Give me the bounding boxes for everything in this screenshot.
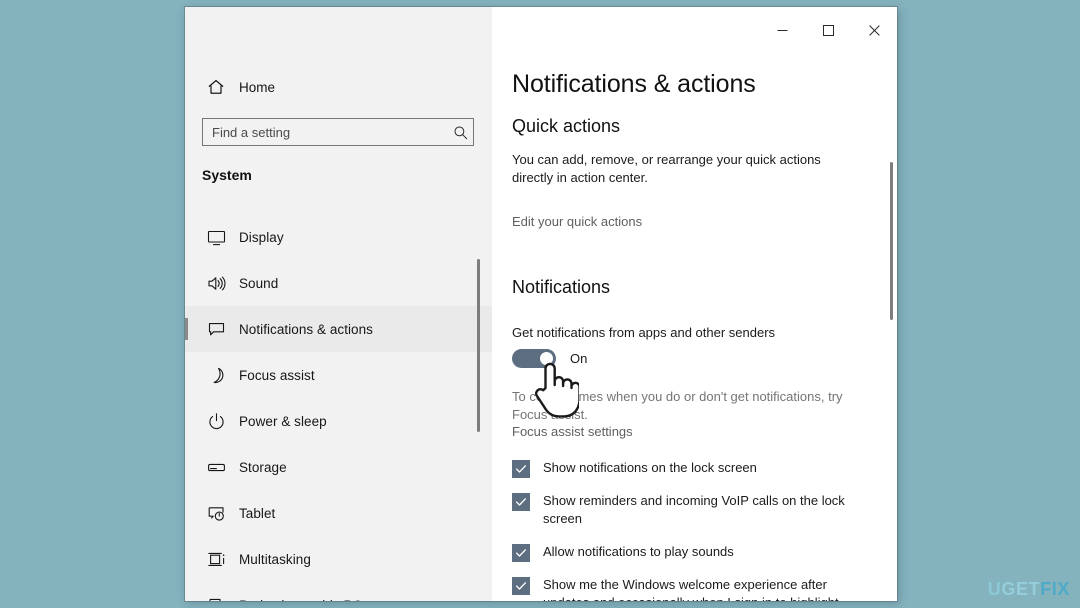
checkbox-checked-icon[interactable] [512, 493, 530, 511]
search-box[interactable] [202, 118, 474, 146]
sidebar-item-home[interactable]: Home [185, 69, 492, 105]
checkbox-label: Show me the Windows welcome experience a… [543, 576, 839, 601]
sidebar-item-label: Notifications & actions [239, 321, 373, 337]
checkbox-row[interactable]: Show notifications on the lock screen [512, 459, 872, 478]
watermark-logo: U GET FIX [988, 579, 1070, 600]
speaker-icon [193, 274, 239, 293]
edit-quick-actions-link[interactable]: Edit your quick actions [512, 214, 642, 229]
checkbox-label: Allow notifications to play sounds [543, 543, 734, 559]
tablet-icon [193, 504, 239, 523]
close-icon [868, 25, 880, 36]
minimize-button[interactable] [759, 7, 805, 54]
focus-assist-settings-link[interactable]: Focus assist settings [512, 424, 633, 439]
page-title: Notifications & actions [512, 70, 756, 98]
search-input[interactable] [203, 124, 447, 140]
minimize-icon [777, 30, 787, 31]
sidebar-item-label: Tablet [239, 505, 276, 521]
notification-checkbox-list: Show notifications on the lock screen Sh… [512, 459, 872, 601]
checkbox-row[interactable]: Show reminders and incoming VoIP calls o… [512, 492, 872, 529]
checkbox-row[interactable]: Show me the Windows welcome experience a… [512, 576, 872, 601]
quick-actions-description: You can add, remove, or rearrange your q… [512, 152, 821, 186]
sidebar-item-home-label: Home [239, 79, 276, 95]
sidebar-scrollbar-thumb[interactable] [477, 259, 480, 432]
maximize-icon [822, 25, 834, 36]
notifications-heading: Notifications [512, 277, 611, 297]
sidebar-item-label: Display [239, 229, 284, 245]
sidebar-item-notifications-and-actions[interactable]: Notifications & actions [185, 306, 492, 352]
sidebar-item-power-and-sleep[interactable]: Power & sleep [185, 398, 492, 444]
watermark-part3: FIX [1040, 579, 1070, 599]
sidebar-item-label: Multitasking [239, 551, 311, 567]
monitor-icon [193, 228, 239, 247]
sidebar-item-storage[interactable]: Storage [185, 444, 492, 490]
window-controls [759, 7, 897, 54]
checkbox-row[interactable]: Allow notifications to play sounds [512, 543, 872, 562]
watermark-part1: U [987, 579, 1002, 599]
sidebar-item-tablet[interactable]: Tablet [185, 490, 492, 536]
chat-bubble-icon [193, 320, 239, 339]
toggle-state-label: On [570, 351, 588, 366]
maximize-button[interactable] [805, 7, 851, 54]
sidebar-item-focus-assist[interactable]: Focus assist [185, 352, 492, 398]
main-content: Notifications & actions Quick actions Yo… [492, 54, 897, 601]
drive-icon [193, 458, 239, 477]
sidebar-item-label: Sound [239, 275, 279, 291]
checkbox-checked-icon[interactable] [512, 460, 530, 478]
get-notifications-toggle[interactable] [512, 349, 556, 368]
sidebar-section-title: System [202, 167, 252, 183]
checkbox-label: Show reminders and incoming VoIP calls o… [543, 493, 845, 527]
checkbox-checked-icon[interactable] [512, 543, 530, 562]
watermark-part2: GET [1001, 579, 1041, 599]
sidebar-item-display[interactable]: Display [185, 214, 492, 260]
search-icon [447, 125, 473, 140]
sidebar-item-multitasking[interactable]: Multitasking [185, 536, 492, 582]
sidebar-item-label: Storage [239, 459, 287, 475]
power-icon [193, 412, 239, 431]
sidebar-item-label: Power & sleep [239, 413, 327, 429]
toggle-knob [540, 352, 553, 365]
quick-actions-heading: Quick actions [512, 116, 621, 136]
moon-icon [193, 366, 239, 385]
home-icon [193, 78, 239, 96]
checkbox-label: Show notifications on the lock screen [543, 460, 757, 475]
close-button[interactable] [851, 7, 897, 54]
sidebar-item-sound[interactable]: Sound [185, 260, 492, 306]
sidebar-item-projecting-to-this-pc[interactable]: Projecting to this PC [185, 582, 492, 601]
checkbox-checked-icon[interactable] [512, 576, 530, 595]
screen: Settings [0, 0, 1080, 608]
sidebar-nav-list: Display Sound Notifications & actions Fo… [185, 214, 492, 601]
projecting-icon [193, 596, 239, 601]
content-scrollbar-thumb[interactable] [890, 162, 893, 320]
sidebar-item-label: Focus assist [239, 367, 315, 383]
settings-window: Settings [185, 7, 897, 601]
sidebar: Home System [185, 7, 492, 601]
get-notifications-toggle-row: On [512, 349, 587, 368]
focus-assist-description: To control times when you do or don't ge… [512, 389, 843, 423]
sidebar-item-label: Projecting to this PC [239, 598, 362, 602]
multitasking-icon [193, 550, 239, 569]
get-notifications-label: Get notifications from apps and other se… [512, 325, 776, 340]
